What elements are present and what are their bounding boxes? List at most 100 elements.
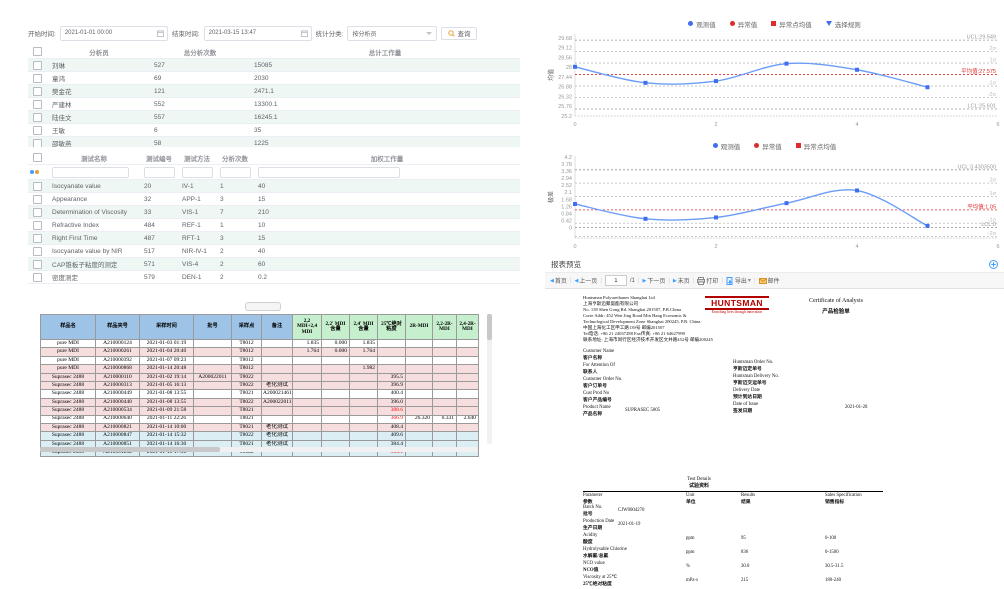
data-point-marker[interactable] xyxy=(644,81,648,85)
grid-row[interactable]: pure MDIA2100008682021-01-14 20:48T80121… xyxy=(41,365,479,373)
table-row[interactable]: Appearance32APP-1315 xyxy=(28,193,520,206)
column-filter-input[interactable] xyxy=(258,167,400,178)
data-point-marker[interactable] xyxy=(855,68,859,72)
legend-item[interactable]: 观测值 xyxy=(713,141,741,151)
select-all-checkbox[interactable] xyxy=(33,153,42,162)
row-checkbox[interactable] xyxy=(33,234,42,243)
grid-row[interactable]: Suprasec 2488A2100006402021-01-11 22:26T… xyxy=(41,415,479,423)
export-button[interactable]: 导出 ▾ xyxy=(726,276,751,285)
data-point-marker[interactable] xyxy=(926,85,930,89)
mail-button[interactable]: 邮件 xyxy=(759,276,780,285)
data-point-marker[interactable] xyxy=(573,202,577,206)
column-filter-input[interactable] xyxy=(52,167,129,178)
print-button[interactable]: 打印 xyxy=(697,276,718,285)
certificate-document: Huntsman Polyurethanes Shanghai Ltd上海亨斯迈… xyxy=(583,295,903,589)
grid-row[interactable]: Suprasec 2488A2100004482021-01-08 13:55T… xyxy=(41,398,479,406)
table-row[interactable]: Isocyanate value by NIR517NIR-IV-1240 xyxy=(28,245,520,258)
scrollbar-thumb[interactable] xyxy=(40,447,220,452)
grid-row[interactable]: pure MDIA2100003922021-01-07 09:23T8012 xyxy=(41,356,479,364)
row-checkbox[interactable] xyxy=(33,87,42,96)
svg-text:2.52: 2.52 xyxy=(561,183,572,189)
table-row[interactable]: 童鸿692030 xyxy=(28,72,520,85)
vertical-scrollbar[interactable] xyxy=(487,314,492,444)
data-point-marker[interactable] xyxy=(714,215,718,219)
circle-plus-icon[interactable] xyxy=(989,260,998,269)
data-point-marker[interactable] xyxy=(714,79,718,83)
column-filter-input[interactable] xyxy=(144,167,175,178)
scrollbar-thumb[interactable] xyxy=(487,314,492,340)
grid-row[interactable]: Suprasec 2488A2100008212021-01-14 10:00T… xyxy=(41,423,479,431)
filter-icon[interactable] xyxy=(30,170,34,174)
first-page-button[interactable]: ◀首页 xyxy=(550,276,567,285)
data-point-marker[interactable] xyxy=(644,217,648,221)
row-checkbox[interactable] xyxy=(33,182,42,191)
data-point-marker[interactable] xyxy=(785,62,789,66)
collapse-handle[interactable] xyxy=(245,302,281,311)
chart-legend: 观测值 异常值 异常点均值 选择规则 xyxy=(545,18,1004,29)
refresh-icon[interactable] xyxy=(35,170,39,174)
query-button[interactable]: 查询 xyxy=(441,27,477,40)
table-row[interactable]: Isocyanate value20IV-1140 xyxy=(28,180,520,193)
grid-row[interactable]: Suprasec 2488A2100003132021-01-05 16:13T… xyxy=(41,381,479,389)
row-checkbox[interactable] xyxy=(33,247,42,256)
grid-cell: A210000313 xyxy=(96,381,140,389)
grid-column-header: 批号 xyxy=(194,315,232,340)
row-checkbox[interactable] xyxy=(33,208,42,217)
row-checkbox[interactable] xyxy=(33,260,42,269)
legend-item[interactable]: 选择规则 xyxy=(826,19,861,29)
svg-text:1.68: 1.68 xyxy=(561,197,572,203)
grid-row[interactable]: Suprasec 2488A2100005342021-01-09 21:58T… xyxy=(41,407,479,415)
row-checkbox[interactable] xyxy=(33,113,42,122)
column-filter-input[interactable] xyxy=(182,167,213,178)
svg-text:2.94: 2.94 xyxy=(561,176,572,182)
table-row[interactable]: Determination of Viscosity33VIS-17210 xyxy=(28,206,520,219)
grid-cell: A210000124 xyxy=(96,340,140,348)
row-checkbox[interactable] xyxy=(33,195,42,204)
table-row[interactable]: 刘琳52715085 xyxy=(28,59,520,72)
row-checkbox[interactable] xyxy=(33,100,42,109)
stat-category-select[interactable]: 按分析员 xyxy=(347,26,437,41)
row-checkbox[interactable] xyxy=(33,126,42,135)
grid-row[interactable]: pure MDIA2100002612021-01-04 20:40T80121… xyxy=(41,348,479,356)
legend-item[interactable]: 异常值 xyxy=(754,141,782,151)
page-number-input[interactable] xyxy=(605,275,627,286)
table-row[interactable]: Refractive Index484REF-1110 xyxy=(28,219,520,232)
table-row[interactable]: 陆佳文55716245.1 xyxy=(28,111,520,124)
row-checkbox[interactable] xyxy=(33,273,42,282)
row-checkbox[interactable] xyxy=(33,61,42,70)
grid-cell xyxy=(406,432,433,440)
grid-row[interactable]: pure MDIA2100001242021-01-03 01:19T80121… xyxy=(41,340,479,348)
legend-item[interactable]: 异常点均值 xyxy=(796,141,837,151)
select-all-checkbox[interactable] xyxy=(33,47,42,56)
grid-row[interactable]: Suprasec 2488A2100004492021-01-08 13:55T… xyxy=(41,390,479,398)
data-point-marker[interactable] xyxy=(855,189,859,193)
result-value: 215 xyxy=(741,578,748,583)
row-checkbox[interactable] xyxy=(33,221,42,230)
last-page-button[interactable]: ▶末页 xyxy=(673,276,690,285)
data-point-marker[interactable] xyxy=(573,65,577,69)
table-row[interactable]: Right First Time487RFT-1315 xyxy=(28,232,520,245)
table-row[interactable]: 樊金花1212471.1 xyxy=(28,85,520,98)
table-row[interactable]: 王敏635 xyxy=(28,124,520,137)
table-row[interactable]: 密度测定579DEN-120.2 xyxy=(28,271,520,284)
legend-item[interactable]: 异常点均值 xyxy=(771,19,812,29)
grid-row[interactable]: Suprasec 2488A2100008472021-01-14 15:32T… xyxy=(41,432,479,440)
legend-item[interactable]: 异常值 xyxy=(730,19,758,29)
table-row[interactable]: CAP锥板子粘度的测定571VIS-4260 xyxy=(28,258,520,271)
data-point-marker[interactable] xyxy=(785,201,789,205)
prev-page-button[interactable]: ◀上一页 xyxy=(574,276,597,285)
next-page-button[interactable]: ▶下一页 xyxy=(642,276,665,285)
document-field: Huntsman Order No.亨斯迈定单号 xyxy=(733,360,903,372)
start-time-input[interactable]: 2021-01-01 00:00 xyxy=(60,26,168,41)
grid-row[interactable]: Suprasec 2488A2100001102021-01-02 19:14A… xyxy=(41,373,479,381)
row-checkbox[interactable] xyxy=(33,139,42,148)
data-point-marker[interactable] xyxy=(926,224,930,228)
table-row[interactable]: 邵敏燕581225 xyxy=(28,137,520,147)
row-checkbox[interactable] xyxy=(33,74,42,83)
legend-item[interactable]: 观测值 xyxy=(688,19,716,29)
table-row[interactable]: 严建林55213300.1 xyxy=(28,98,520,111)
end-time-input[interactable]: 2021-03-15 13:47 xyxy=(204,26,312,41)
column-filter-input[interactable] xyxy=(220,167,251,178)
grid-cell xyxy=(457,348,479,356)
horizontal-scrollbar[interactable] xyxy=(40,447,478,452)
